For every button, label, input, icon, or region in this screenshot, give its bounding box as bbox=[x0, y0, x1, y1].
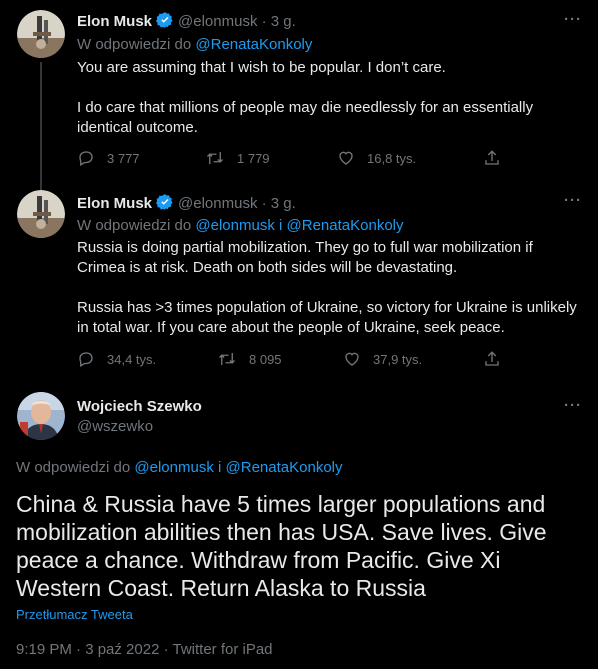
retweet-count: 8 095 bbox=[249, 351, 282, 367]
reply-count: 3 777 bbox=[107, 150, 140, 166]
verified-badge-icon bbox=[156, 193, 174, 215]
text-line: Western Coast. Return Alaska to Russia bbox=[16, 575, 426, 601]
tweet-actions: 34,4 tys. 8 095 37,9 tys. bbox=[77, 350, 517, 370]
reply-button[interactable]: 34,4 tys. bbox=[77, 350, 156, 368]
reply-context: W odpowiedzi do @RenataKonkoly bbox=[77, 36, 312, 53]
author-handle[interactable]: @elonmusk bbox=[178, 13, 257, 30]
text-line: peace a chance. Withdraw from Pacific. G… bbox=[16, 547, 501, 573]
avatar-elon-2[interactable] bbox=[17, 190, 65, 238]
tweet-text: You are assuming that I wish to be popul… bbox=[77, 58, 582, 138]
separator-dot: · bbox=[261, 13, 267, 30]
author-name[interactable]: Wojciech Szewko bbox=[77, 398, 202, 415]
reply-button[interactable]: 3 777 bbox=[77, 149, 140, 167]
author-name[interactable]: Elon Musk bbox=[77, 13, 152, 30]
tweet-time[interactable]: 3 g. bbox=[271, 13, 296, 30]
avatar-elon-1[interactable] bbox=[17, 10, 65, 58]
text-line: mobilization abilities then has USA. Sav… bbox=[16, 519, 547, 545]
tweet-1[interactable]: Elon Musk @elonmusk · 3 g. ··· W odpowied… bbox=[0, 0, 598, 190]
text-line: Russia is doing partial mobilization. Th… bbox=[77, 239, 533, 256]
verified-badge-icon bbox=[156, 11, 174, 33]
author-handle[interactable]: @wszewko bbox=[77, 418, 153, 435]
reply-icon bbox=[79, 151, 93, 166]
reply-prefix: W odpowiedzi do bbox=[16, 459, 131, 476]
main-tweet-text: China & Russia have 5 times larger popul… bbox=[16, 490, 586, 602]
more-icon[interactable]: ··· bbox=[564, 397, 582, 414]
tweet-time[interactable]: 3 g. bbox=[271, 195, 296, 212]
text-line: You are assuming that I wish to be popul… bbox=[77, 59, 446, 76]
translate-tweet-link[interactable]: Przetłumacz Tweeta bbox=[16, 607, 133, 622]
reply-user-link[interactable]: @RenataKonkoly bbox=[226, 459, 343, 476]
reply-user-link[interactable]: @RenataKonkoly bbox=[287, 217, 404, 234]
retweet-button[interactable]: 1 779 bbox=[205, 149, 270, 167]
reply-context: W odpowiedzi do @elonmusk i @RenataKonko… bbox=[77, 217, 404, 234]
author-name[interactable]: Elon Musk bbox=[77, 195, 152, 212]
text-line: Russia has >3 times population of Ukrain… bbox=[77, 299, 577, 316]
author-handle[interactable]: @elonmusk bbox=[178, 195, 257, 212]
text-line: identical outcome. bbox=[77, 119, 198, 136]
share-button[interactable] bbox=[483, 149, 513, 167]
avatar-wojciech[interactable] bbox=[17, 392, 65, 440]
reply-user-link[interactable]: @elonmusk bbox=[195, 217, 274, 234]
reply-context: W odpowiedzi do @elonmusk i @RenataKonko… bbox=[16, 459, 343, 476]
reply-and: i bbox=[279, 217, 283, 234]
retweet-icon bbox=[219, 353, 235, 365]
share-button[interactable] bbox=[483, 350, 513, 368]
separator-dot: · bbox=[261, 195, 267, 212]
reply-user-link[interactable]: @elonmusk bbox=[134, 459, 213, 476]
more-icon[interactable]: ··· bbox=[564, 192, 582, 209]
like-icon bbox=[345, 352, 359, 366]
like-count: 16,8 tys. bbox=[367, 150, 417, 166]
like-count: 37,9 tys. bbox=[373, 351, 423, 367]
reply-icon bbox=[79, 352, 93, 367]
tweet-actions: 3 777 1 779 16,8 tys. bbox=[77, 149, 517, 169]
like-button[interactable]: 16,8 tys. bbox=[337, 149, 416, 167]
text-line bbox=[77, 78, 582, 98]
retweet-button[interactable]: 8 095 bbox=[217, 350, 282, 368]
thread-line-1 bbox=[40, 62, 42, 190]
reply-user-link[interactable]: @RenataKonkoly bbox=[195, 36, 312, 53]
text-line: in total war. If you care about the peop… bbox=[77, 319, 505, 336]
tweet-timestamp[interactable]: 9:19 PM · 3 paź 2022 · Twitter for iPad bbox=[16, 641, 273, 658]
text-line: I do care that millions of people may di… bbox=[77, 99, 534, 116]
tweet-header: Elon Musk @elonmusk · 3 g. bbox=[77, 11, 296, 33]
more-icon[interactable]: ··· bbox=[564, 11, 582, 28]
like-icon bbox=[339, 151, 353, 165]
retweet-count: 1 779 bbox=[237, 150, 270, 166]
text-line: China & Russia have 5 times larger popul… bbox=[16, 491, 546, 517]
share-icon bbox=[485, 351, 499, 366]
like-button[interactable]: 37,9 tys. bbox=[343, 350, 422, 368]
tweet-2[interactable]: Elon Musk @elonmusk · 3 g. ··· W odpowied… bbox=[0, 180, 598, 380]
reply-count: 34,4 tys. bbox=[107, 351, 157, 367]
tweet-text: Russia is doing partial mobilization. Th… bbox=[77, 238, 582, 338]
text-line: Crimea is at risk. Death on both sides w… bbox=[77, 259, 458, 276]
reply-and: i bbox=[218, 459, 222, 476]
tweet-header: Elon Musk @elonmusk · 3 g. bbox=[77, 193, 296, 215]
reply-prefix: W odpowiedzi do bbox=[77, 217, 192, 234]
retweet-icon bbox=[207, 152, 223, 164]
main-tweet: Wojciech Szewko @wszewko ··· W odpowiedz… bbox=[0, 380, 598, 669]
reply-prefix: W odpowiedzi do bbox=[77, 36, 192, 53]
text-line bbox=[77, 278, 582, 298]
share-icon bbox=[485, 150, 499, 165]
